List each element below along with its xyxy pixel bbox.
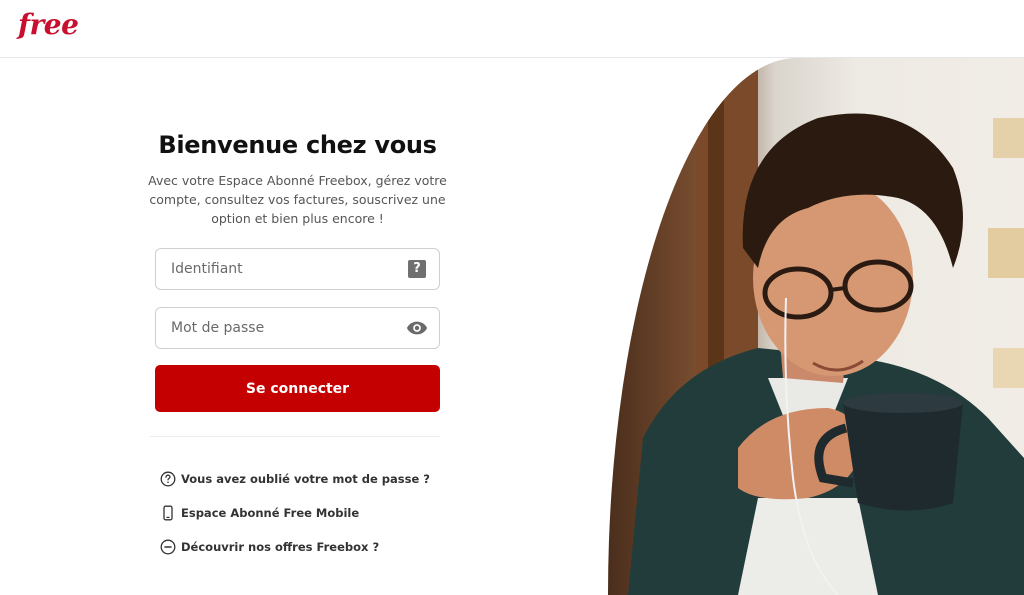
divider	[150, 436, 440, 437]
link-label: Vous avez oublié votre mot de passe ?	[181, 472, 430, 486]
header: free	[0, 0, 1024, 58]
free-logo[interactable]: free	[18, 8, 79, 41]
forgot-password-link[interactable]: Vous avez oublié votre mot de passe ?	[160, 470, 430, 488]
username-field: ?	[155, 248, 440, 290]
eye-icon[interactable]	[406, 320, 428, 336]
smartphone-icon	[163, 505, 173, 521]
page-title: Bienvenue chez vous	[158, 131, 437, 159]
login-button[interactable]: Se connecter	[155, 365, 440, 412]
link-label: Découvrir nos offres Freebox ?	[181, 540, 380, 554]
password-input[interactable]	[156, 308, 439, 348]
help-square-icon[interactable]: ?	[408, 260, 426, 278]
page-subtitle: Avec votre Espace Abonné Freebox, gérez …	[148, 173, 447, 226]
minus-circle-icon	[160, 539, 176, 555]
username-input[interactable]	[156, 249, 439, 289]
man-with-coffee-illustration	[628, 58, 1024, 595]
link-label: Espace Abonné Free Mobile	[181, 506, 360, 520]
password-field	[155, 307, 440, 349]
hero-photo	[608, 58, 1024, 595]
question-circle-icon	[160, 471, 176, 487]
freebox-offers-link[interactable]: Découvrir nos offres Freebox ?	[160, 538, 379, 556]
free-mobile-link[interactable]: Espace Abonné Free Mobile	[160, 504, 359, 522]
